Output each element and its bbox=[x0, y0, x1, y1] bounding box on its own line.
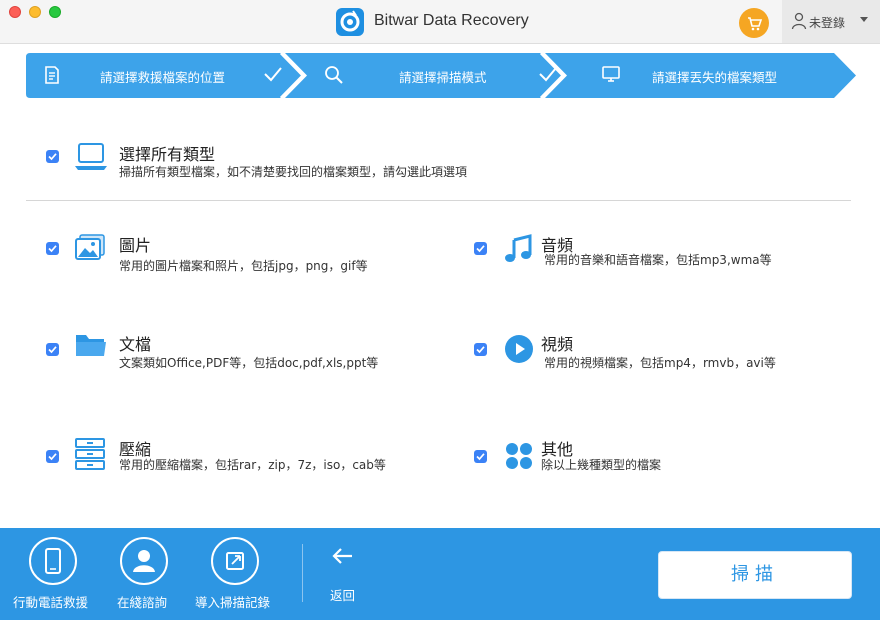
pictures-checkbox[interactable] bbox=[46, 242, 59, 255]
mobile-recovery-label: 行動電話救援 bbox=[13, 595, 89, 610]
select-all-desc: 掃描所有類型檔案，如不清楚要找回的檔案類型，請勾選此項選項 bbox=[119, 165, 468, 179]
zoom-window-button[interactable] bbox=[49, 6, 61, 18]
import-icon bbox=[211, 537, 259, 585]
step-2: 請選擇掃描模式 bbox=[307, 53, 563, 98]
select-all-checkbox[interactable] bbox=[46, 150, 59, 163]
step-1: 請選擇救援檔案的位置 bbox=[26, 53, 303, 98]
scan-button[interactable]: 掃描 bbox=[658, 551, 852, 599]
user-icon bbox=[120, 537, 168, 585]
archives-checkbox[interactable] bbox=[46, 450, 59, 463]
step-3-label: 請選擇丟失的檔案類型 bbox=[652, 70, 778, 85]
folder-icon bbox=[76, 335, 106, 356]
others-checkbox[interactable] bbox=[474, 450, 487, 463]
minimize-window-button[interactable] bbox=[29, 6, 41, 18]
audio-desc: 常用的音樂和語音檔案，包括mp3,wma等 bbox=[544, 253, 772, 267]
archive-icon bbox=[75, 438, 105, 470]
documents-title: 文檔 bbox=[119, 335, 152, 354]
phone-icon bbox=[29, 537, 77, 585]
grid-icon bbox=[506, 443, 532, 469]
play-icon bbox=[505, 335, 533, 363]
back-arrow-icon[interactable] bbox=[330, 546, 356, 566]
back-button[interactable]: 返回 bbox=[330, 585, 355, 604]
pictures-title: 圖片 bbox=[119, 236, 152, 255]
user-menu[interactable]: 未登錄 bbox=[782, 0, 880, 43]
app-title: Bitwar Data Recovery bbox=[374, 12, 529, 29]
toolbar-divider bbox=[302, 544, 303, 602]
online-consult-label: 在綫諮詢 bbox=[117, 595, 168, 610]
documents-checkbox[interactable] bbox=[46, 343, 59, 356]
step-1-label: 請選擇救援檔案的位置 bbox=[100, 70, 226, 85]
user-icon bbox=[791, 12, 807, 30]
pictures-desc: 常用的圖片檔案和照片，包括jpg，png，gif等 bbox=[119, 259, 368, 273]
close-window-button[interactable] bbox=[9, 6, 21, 18]
image-icon bbox=[75, 234, 105, 260]
music-note-icon bbox=[505, 234, 532, 262]
documents-desc: 文案類如Office,PDF等，包括doc,pdf,xls,ppt等 bbox=[119, 356, 379, 370]
select-all-title: 選擇所有類型 bbox=[119, 145, 216, 164]
audio-checkbox[interactable] bbox=[474, 242, 487, 255]
video-title: 視頻 bbox=[541, 335, 574, 354]
check-icon bbox=[264, 67, 282, 82]
document-icon bbox=[45, 66, 59, 84]
others-desc: 除以上幾種類型的檔案 bbox=[541, 458, 662, 472]
divider bbox=[26, 200, 851, 201]
archives-desc: 常用的壓縮檔案，包括rar，zip，7z，iso，cab等 bbox=[119, 458, 386, 472]
bottom-toolbar: 行動電話救援 在綫諮詢 導入掃描記錄 返回 掃描 bbox=[0, 528, 880, 620]
step-progress-bar: 請選擇救援檔案的位置 請選擇掃描模式 請選擇丟失的檔案類型 bbox=[26, 53, 856, 98]
search-icon bbox=[325, 66, 343, 84]
title-bar: Bitwar Data Recovery 未登錄 bbox=[0, 0, 880, 44]
app-logo-icon bbox=[336, 8, 364, 36]
chevron-down-icon bbox=[860, 17, 868, 22]
step-2-label: 請選擇掃描模式 bbox=[399, 70, 487, 85]
video-checkbox[interactable] bbox=[474, 343, 487, 356]
laptop-icon bbox=[75, 143, 107, 170]
user-label: 未登錄 bbox=[809, 16, 846, 30]
import-scan-label: 導入掃描記錄 bbox=[195, 595, 271, 610]
monitor-icon bbox=[602, 66, 620, 82]
video-desc: 常用的視頻檔案，包括mp4，rmvb，avi等 bbox=[544, 356, 776, 370]
cart-icon[interactable] bbox=[739, 8, 769, 38]
check-icon bbox=[539, 67, 557, 82]
step-3: 請選擇丟失的檔案類型 bbox=[567, 53, 856, 98]
